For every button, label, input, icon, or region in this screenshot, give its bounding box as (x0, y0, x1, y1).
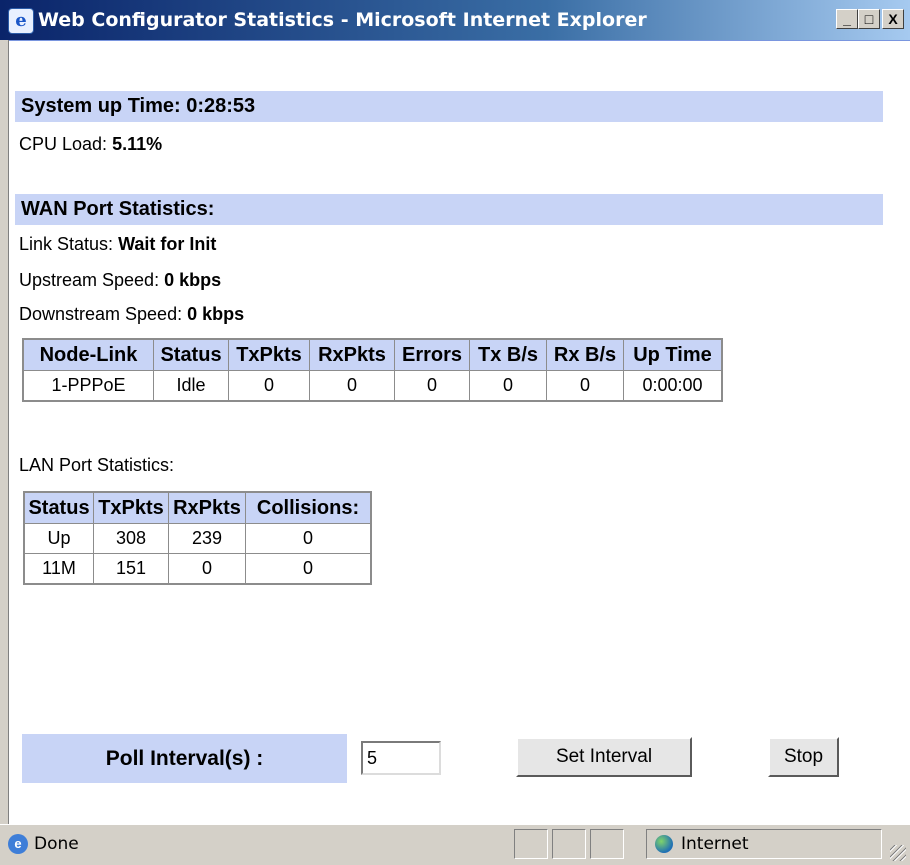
status-panel (514, 829, 548, 859)
upstream-speed-label: Upstream Speed: (19, 270, 160, 290)
title-bar: e Web Configurator Statistics - Microsof… (0, 0, 910, 41)
cpu-load-line: CPU Load: 5.11% (19, 134, 162, 155)
minimize-button[interactable]: _ (836, 9, 858, 29)
lan-heading: LAN Port Statistics: (19, 455, 175, 475)
table-cell: 0 (168, 553, 246, 585)
status-text: Done (34, 834, 79, 854)
table-row: 11M 151 0 0 (23, 553, 372, 585)
resize-grip-icon[interactable] (890, 845, 906, 861)
table-cell: 0 (309, 370, 395, 402)
status-bar: e Done Internet (0, 824, 910, 865)
column-header: Collisions: (245, 491, 372, 524)
table-cell: 239 (168, 523, 246, 554)
table-cell: 0:00:00 (623, 370, 723, 402)
column-header: Node-Link (22, 338, 154, 371)
column-header: RxPkts (309, 338, 395, 371)
table-cell: 0 (469, 370, 547, 402)
table-cell: 0 (245, 553, 372, 585)
downstream-speed-line: Downstream Speed: 0 kbps (19, 304, 244, 325)
table-cell: 0 (228, 370, 310, 402)
column-header: TxPkts (228, 338, 310, 371)
column-header: RxPkts (168, 491, 246, 524)
table-row: 1-PPPoE Idle 0 0 0 0 0 0:00:00 (22, 370, 723, 402)
table-cell: 151 (93, 553, 169, 585)
link-status-value: Wait for Init (118, 234, 217, 254)
upstream-speed-line: Upstream Speed: 0 kbps (19, 270, 221, 291)
page-content: System up Time: 0:28:53 CPU Load: 5.11% … (9, 41, 910, 824)
cpu-load-value: 5.11% (112, 134, 163, 154)
column-header: Status (23, 491, 94, 524)
column-header: Up Time (623, 338, 723, 371)
page-done-icon: e (8, 834, 28, 854)
link-status-line: Link Status: Wait for Init (19, 234, 216, 255)
table-cell: 1-PPPoE (22, 370, 154, 402)
ie-icon: e (8, 8, 34, 34)
set-interval-button[interactable]: Set Interval (516, 737, 692, 777)
system-uptime-heading: System up Time: 0:28:53 (15, 91, 883, 122)
table-cell: 308 (93, 523, 169, 554)
globe-icon (655, 835, 673, 853)
table-header-row: Node-Link Status TxPkts RxPkts Errors Tx… (22, 338, 723, 371)
table-cell: 0 (546, 370, 624, 402)
wan-heading: WAN Port Statistics: (15, 194, 883, 225)
maximize-button[interactable]: □ (858, 9, 880, 29)
window-frame-left (0, 40, 9, 824)
security-zone: Internet (646, 829, 882, 859)
lan-stats-table: Status TxPkts RxPkts Collisions: Up 308 … (23, 491, 372, 585)
downstream-speed-value: 0 kbps (187, 304, 245, 324)
column-header: Tx B/s (469, 338, 547, 371)
column-header: TxPkts (93, 491, 169, 524)
upstream-speed-value: 0 kbps (164, 270, 222, 290)
table-row: Up 308 239 0 (23, 523, 372, 554)
cpu-load-label: CPU Load: (19, 134, 108, 154)
column-header: Status (153, 338, 229, 371)
column-header: Errors (394, 338, 470, 371)
zone-text: Internet (681, 834, 749, 854)
downstream-speed-label: Downstream Speed: (19, 304, 183, 324)
table-cell: 0 (394, 370, 470, 402)
window-title: Web Configurator Statistics - Microsoft … (38, 9, 647, 31)
wan-stats-table: Node-Link Status TxPkts RxPkts Errors Tx… (22, 338, 723, 402)
poll-interval-label: Poll Interval(s) : (22, 734, 347, 783)
table-header-row: Status TxPkts RxPkts Collisions: (23, 491, 372, 524)
poll-interval-input[interactable] (361, 741, 441, 775)
window-controls: _ □ X (836, 9, 904, 29)
stop-button[interactable]: Stop (768, 737, 839, 777)
table-cell: Up (23, 523, 94, 554)
column-header: Rx B/s (546, 338, 624, 371)
status-panel (590, 829, 624, 859)
close-button[interactable]: X (882, 9, 904, 29)
table-cell: 11M (23, 553, 94, 585)
status-panel (552, 829, 586, 859)
table-cell: Idle (153, 370, 229, 402)
table-cell: 0 (245, 523, 372, 554)
link-status-label: Link Status: (19, 234, 114, 254)
